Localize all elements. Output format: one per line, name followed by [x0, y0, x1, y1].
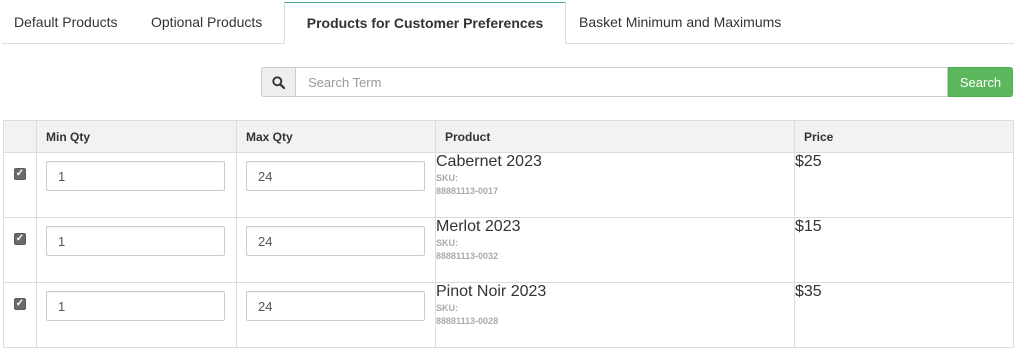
row-checkbox[interactable]: ✓ — [14, 233, 26, 245]
min-qty-input[interactable] — [46, 291, 225, 321]
min-qty-input[interactable] — [46, 226, 225, 256]
product-name: Merlot 2023 — [436, 218, 521, 235]
max-qty-input[interactable] — [246, 291, 425, 321]
sku-value: 88881113-0017 — [436, 186, 499, 196]
tab-products-for-customer-preferences[interactable]: Products for Customer Preferences — [284, 2, 566, 44]
price-cell: $35 — [794, 282, 1014, 348]
sku-value: 88881113-0028 — [436, 316, 499, 326]
select-cell: ✓ — [3, 217, 37, 283]
product-cell: Cabernet 2023 SKU: 88881113-0017 — [435, 152, 795, 218]
product-cell: Merlot 2023 SKU: 88881113-0032 — [435, 217, 795, 283]
header-product: Product — [435, 120, 795, 153]
header-select — [3, 120, 37, 153]
search-icon — [272, 75, 285, 89]
min-qty-input[interactable] — [46, 161, 225, 191]
table-header-row: Min Qty Max Qty Product Price — [3, 120, 1014, 153]
max-qty-cell — [236, 152, 436, 218]
search-input[interactable] — [295, 67, 948, 97]
max-qty-cell — [236, 282, 436, 348]
tab-bar: Default Products Optional Products Produ… — [0, 0, 1014, 44]
price-cell: $25 — [794, 152, 1014, 218]
search-button[interactable]: Search — [948, 67, 1013, 97]
search-bar: Search — [261, 67, 1013, 97]
header-price: Price — [794, 120, 1014, 153]
max-qty-input[interactable] — [246, 226, 425, 256]
search-addon — [261, 67, 295, 97]
header-max-qty: Max Qty — [236, 120, 436, 153]
row-checkbox[interactable]: ✓ — [14, 168, 26, 180]
product-cell: Pinot Noir 2023 SKU: 88881113-0028 — [435, 282, 795, 348]
tab-default-products[interactable]: Default Products — [14, 2, 118, 44]
max-qty-cell — [236, 217, 436, 283]
min-qty-cell — [36, 217, 237, 283]
tab-optional-products[interactable]: Optional Products — [151, 2, 262, 44]
select-cell: ✓ — [3, 152, 37, 218]
price-cell: $15 — [794, 217, 1014, 283]
sku-value: 88881113-0032 — [436, 251, 499, 261]
tab-basket-minimum-and-maximums[interactable]: Basket Minimum and Maximums — [579, 2, 781, 44]
table-row: ✓ Merlot 2023 SKU: 88881113-0032 $15 — [3, 217, 1014, 283]
row-checkbox[interactable]: ✓ — [14, 298, 26, 310]
header-min-qty: Min Qty — [36, 120, 237, 153]
max-qty-input[interactable] — [246, 161, 425, 191]
min-qty-cell — [36, 152, 237, 218]
min-qty-cell — [36, 282, 237, 348]
sku-label: SKU: — [436, 173, 458, 183]
table-row: ✓ Pinot Noir 2023 SKU: 88881113-0028 $35 — [3, 282, 1014, 348]
products-table: Min Qty Max Qty Product Price ✓ Cabernet… — [3, 120, 1014, 348]
product-name: Cabernet 2023 — [436, 153, 542, 170]
product-name: Pinot Noir 2023 — [436, 283, 547, 300]
sku-label: SKU: — [436, 238, 458, 248]
select-cell: ✓ — [3, 282, 37, 348]
sku-label: SKU: — [436, 303, 458, 313]
table-row: ✓ Cabernet 2023 SKU: 88881113-0017 $25 — [3, 152, 1014, 218]
